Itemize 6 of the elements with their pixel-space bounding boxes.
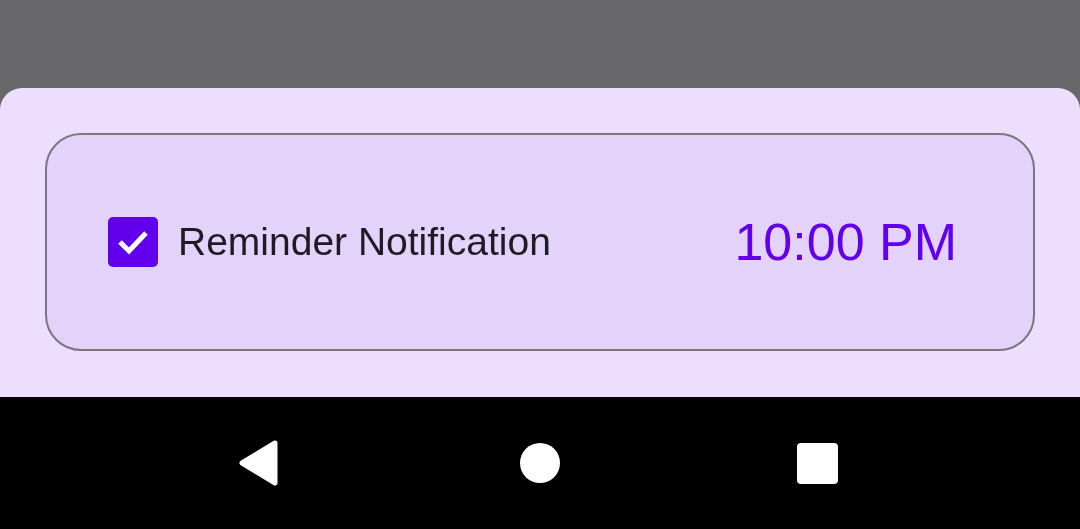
time-text[interactable]: 10:00 PM <box>734 203 957 281</box>
reminder-label: Reminder Notification <box>178 218 551 265</box>
back-icon[interactable] <box>239 440 278 486</box>
home-icon[interactable] <box>520 443 560 483</box>
recents-icon[interactable] <box>797 442 838 484</box>
checkbox[interactable] <box>108 217 158 267</box>
